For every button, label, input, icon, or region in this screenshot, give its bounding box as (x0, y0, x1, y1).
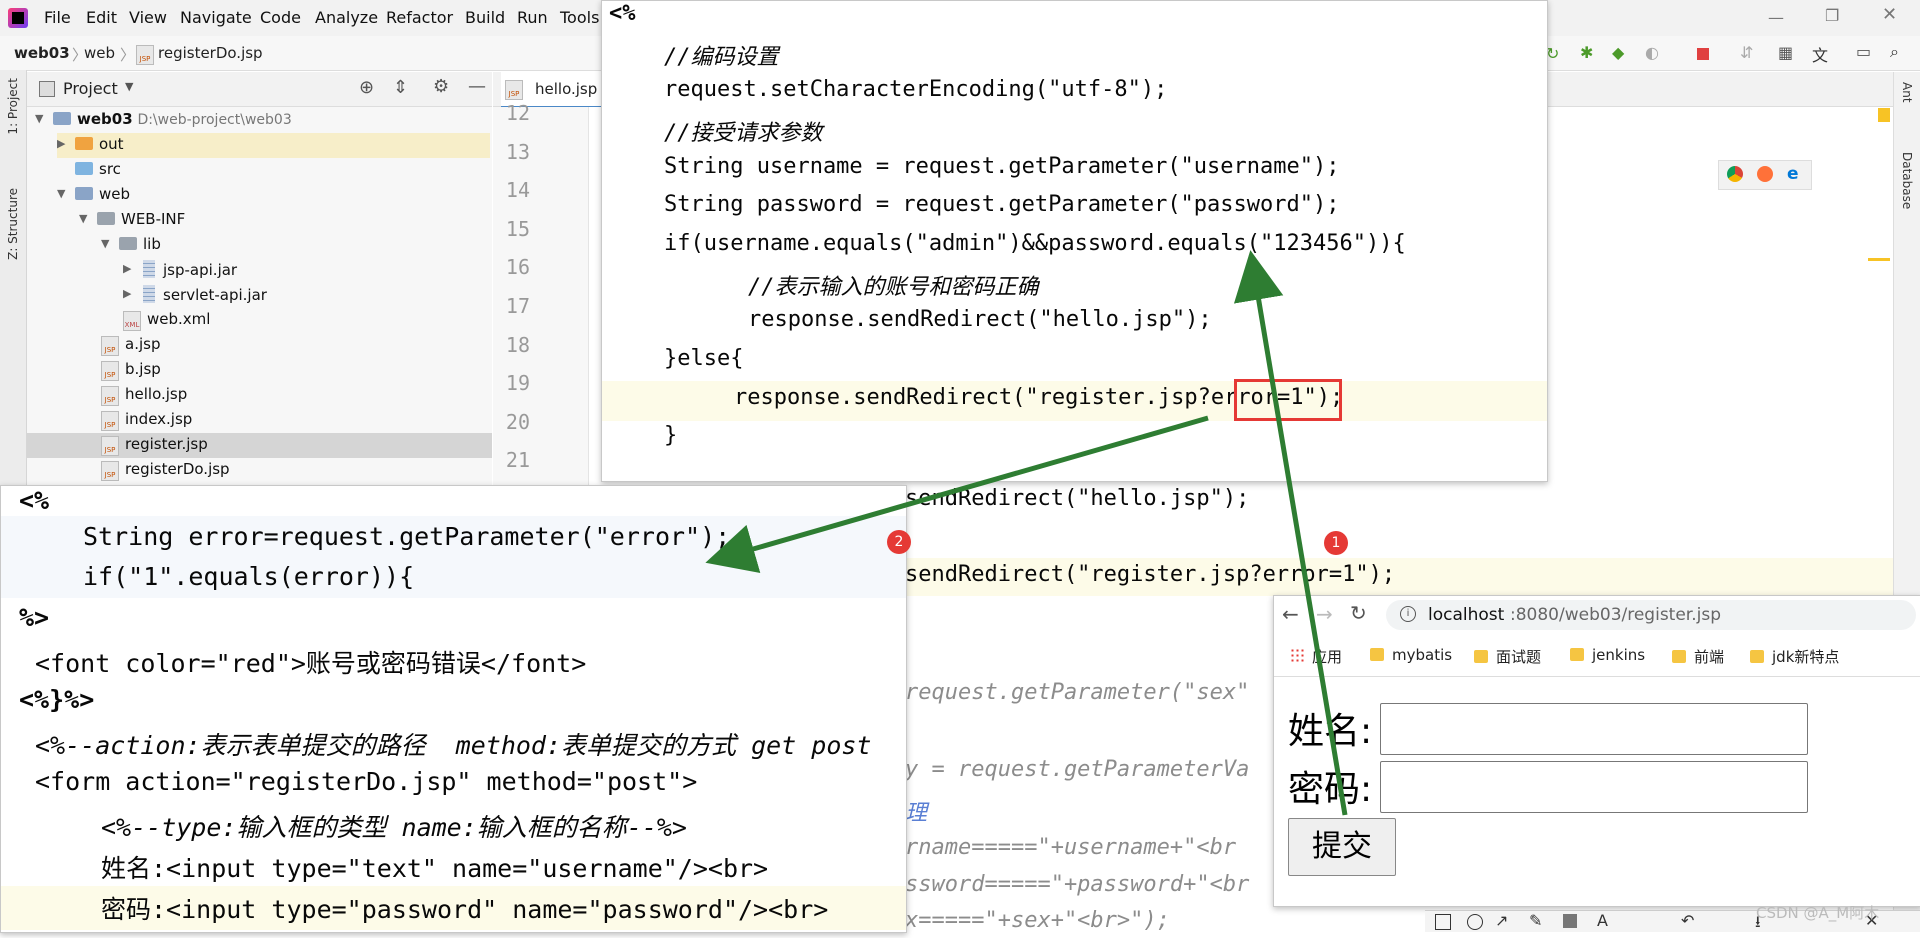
annotation-arrows (705, 250, 1348, 816)
step-badge-2: 2 (887, 530, 911, 554)
arrow-to-error-param (705, 415, 1209, 573)
step-badge-1: 1 (1324, 531, 1348, 555)
watermark: CSDN @A_M阿木 (1756, 904, 1880, 922)
